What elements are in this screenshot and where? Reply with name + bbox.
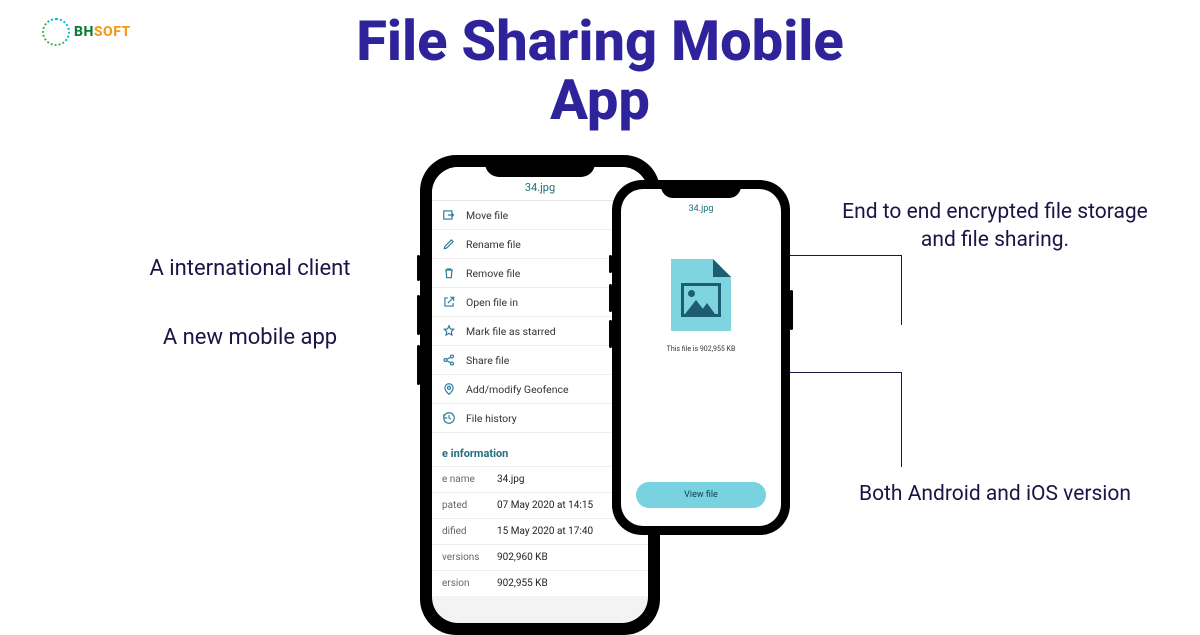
location-icon [442, 382, 456, 396]
phone-notch [661, 180, 741, 198]
phone-side-button [609, 284, 612, 312]
menu-label: Move file [466, 209, 508, 222]
info-row-modified: dified 15 May 2020 at 17:40 [432, 518, 648, 544]
info-key: pated [442, 500, 497, 511]
external-link-icon [442, 295, 456, 309]
menu-label: Open file in [466, 296, 518, 309]
menu-label: Mark file as starred [466, 325, 556, 338]
phone-side-button [609, 255, 612, 273]
menu-label: Rename file [466, 238, 521, 251]
callout-line-1 [780, 255, 902, 325]
info-value: 902,960 KB [497, 552, 638, 563]
info-key: ersion [442, 578, 497, 589]
trash-icon [442, 266, 456, 280]
history-icon [442, 411, 456, 425]
left-copy-client: A international client [125, 255, 375, 284]
title-line-2: App [550, 67, 650, 133]
info-row-versions: versions 902,960 KB [432, 544, 648, 570]
view-file-button[interactable]: View file [636, 482, 766, 508]
title-line-1: File Sharing Mobile [356, 8, 844, 74]
phone-mockup-file-preview: 34.jpg This file is 902,955 KB View file [612, 180, 790, 535]
menu-label: File history [466, 412, 517, 425]
file-size-caption: This file is 902,955 KB [667, 345, 736, 353]
pencil-icon [442, 237, 456, 251]
menu-label: Add/modify Geofence [466, 383, 569, 396]
left-copy-app: A new mobile app [125, 324, 375, 353]
phone-side-button [417, 295, 420, 335]
star-icon [442, 324, 456, 338]
move-icon [442, 208, 456, 222]
info-key: e name [442, 474, 497, 485]
info-value: 902,955 KB [497, 578, 638, 589]
image-file-icon [671, 259, 731, 331]
info-row-version: ersion 902,955 KB [432, 570, 648, 596]
menu-label: Remove file [466, 267, 520, 280]
phone-side-button [790, 290, 793, 330]
phone-side-button [417, 345, 420, 385]
page-title: File Sharing Mobile App [0, 12, 1200, 130]
feature-encryption: End to end encrypted file storage and fi… [840, 198, 1150, 255]
feature-platforms: Both Android and iOS version [855, 480, 1135, 508]
share-icon [442, 353, 456, 367]
callout-line-2 [780, 372, 902, 467]
left-copy: A international client A new mobile app [125, 255, 375, 352]
phone-notch [485, 155, 595, 177]
phone-side-button [417, 255, 420, 281]
phone-side-button [609, 320, 612, 348]
phone-screen: 34.jpg This file is 902,955 KB View file [621, 189, 781, 526]
info-key: versions [442, 552, 497, 563]
info-key: dified [442, 526, 497, 537]
menu-label: Share file [466, 354, 509, 367]
info-value: 15 May 2020 at 17:40 [497, 526, 638, 537]
